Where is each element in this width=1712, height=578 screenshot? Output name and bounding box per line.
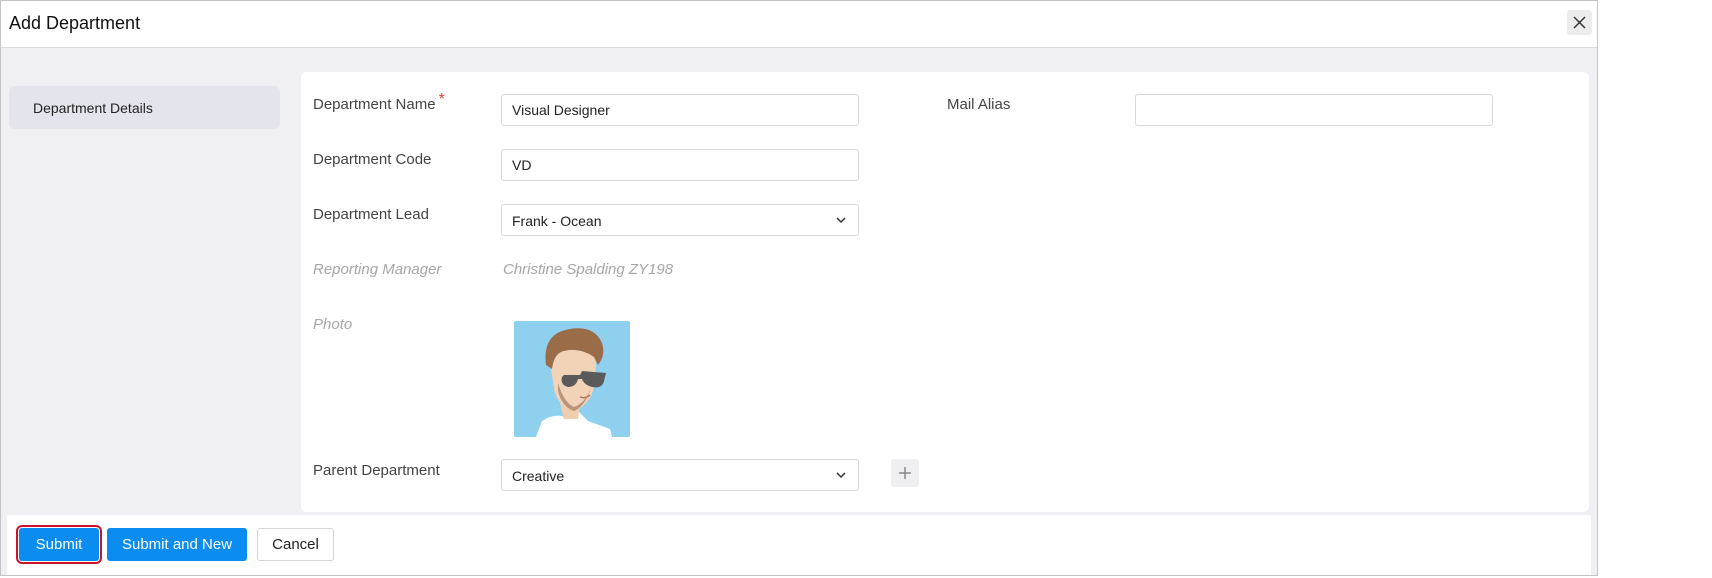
department-code-label: Department Code (313, 151, 432, 168)
required-marker: * (438, 91, 445, 108)
mail-alias-input[interactable] (1136, 95, 1492, 125)
plus-icon (899, 467, 911, 479)
department-photo[interactable] (514, 321, 630, 437)
cancel-button[interactable]: Cancel (257, 528, 334, 561)
avatar-image (514, 321, 630, 437)
reporting-manager-label: Reporting Manager (313, 261, 442, 278)
department-name-field[interactable] (501, 94, 859, 126)
sidebar-item-department-details[interactable]: Department Details (9, 86, 280, 129)
department-lead-select[interactable]: Frank - Ocean (501, 204, 859, 236)
form-card (301, 72, 1589, 512)
parent-department-label: Parent Department (313, 462, 440, 479)
department-name-input[interactable] (502, 95, 858, 125)
department-lead-value: Frank - Ocean (512, 213, 602, 229)
department-code-field[interactable] (501, 149, 859, 181)
add-department-dialog: Add Department Department Details Depart… (0, 0, 1598, 576)
close-icon (1573, 16, 1586, 29)
department-code-input[interactable] (502, 150, 858, 180)
chevron-down-icon (836, 217, 846, 224)
dialog-footer: Submit Submit and New Cancel (7, 515, 1591, 575)
mail-alias-field[interactable] (1135, 94, 1493, 126)
photo-label: Photo (313, 316, 353, 333)
parent-department-select[interactable]: Creative (501, 459, 859, 491)
mail-alias-label: Mail Alias (947, 96, 1011, 113)
department-name-label: Department Name * (313, 91, 445, 113)
reporting-manager-value: Christine Spalding ZY198 (503, 261, 674, 278)
sidebar-item-label: Department Details (33, 100, 153, 116)
chevron-down-icon (836, 472, 846, 479)
dialog-title: Add Department (9, 13, 141, 33)
add-parent-department-button[interactable] (891, 459, 919, 487)
parent-department-value: Creative (512, 468, 565, 484)
submit-button[interactable]: Submit (16, 525, 102, 564)
submit-and-new-button[interactable]: Submit and New (107, 528, 247, 561)
dialog-header: Add Department (1, 1, 1597, 48)
department-lead-label: Department Lead (313, 206, 429, 223)
close-button[interactable] (1567, 10, 1592, 35)
